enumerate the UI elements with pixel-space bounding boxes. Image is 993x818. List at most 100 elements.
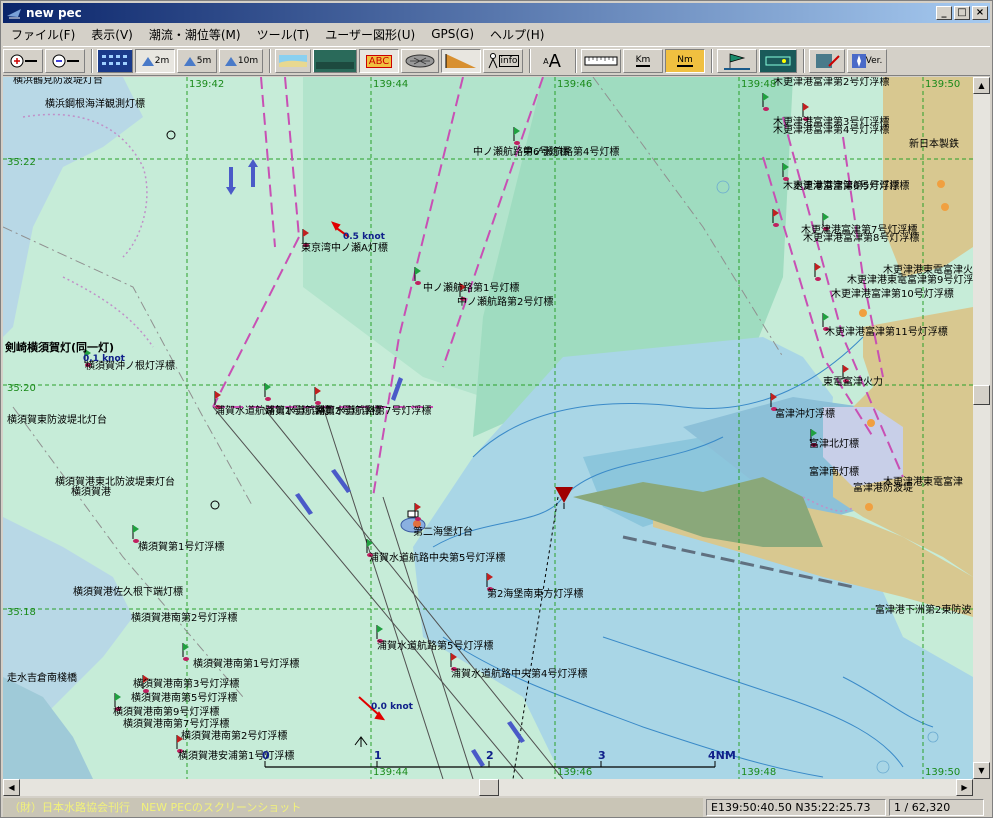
longitude-label: 139:50 <box>925 79 960 90</box>
depth-5m-button[interactable]: 5m <box>177 49 217 73</box>
horizontal-scrollbar[interactable]: ◀ ▶ <box>3 779 973 796</box>
chart-label: 木更津港富津第4号灯浮標 <box>773 123 889 136</box>
flag-button[interactable] <box>717 49 757 73</box>
nm-label: Nm <box>677 55 693 67</box>
chart-canvas[interactable]: 横浜鶴見防波堤灯台横浜鋼根海洋観測灯標中ノ瀬航路第6号灯標中ノ瀬航路第4号灯標東… <box>3 77 973 779</box>
current-label-2: 0.1 knot <box>83 354 126 364</box>
depth-5m-label: 5m <box>196 56 212 66</box>
chart-label: 浦賀水道航路第7号灯浮標 <box>315 404 431 417</box>
depth-2m-button[interactable]: 2m <box>135 49 175 73</box>
maximize-button[interactable]: □ <box>954 6 970 20</box>
scale-tick-0: 0 <box>262 749 270 762</box>
longitude-label: 139:48 <box>741 79 776 90</box>
scale-tick-3: 3 <box>598 749 606 762</box>
chart-label: 横須賀港南第9号灯浮標 <box>113 705 219 718</box>
title-bar: new pec _ □ × <box>3 3 990 23</box>
chart-scale: 1 / 62,320 <box>889 799 984 816</box>
chart-label: 第二海堡灯台 <box>413 525 473 538</box>
app-icon <box>7 9 21 19</box>
minimize-button[interactable]: _ <box>936 6 952 20</box>
shoreline-button[interactable] <box>275 49 311 73</box>
chart-label: 富津沖灯浮標 <box>775 407 835 420</box>
close-button[interactable]: × <box>972 6 988 20</box>
ruler-button[interactable] <box>581 49 621 73</box>
chart-label: 富津港下洲第2東防波 <box>875 603 971 616</box>
menu-tools[interactable]: ツール(T) <box>249 26 318 43</box>
menu-user-shapes[interactable]: ユーザー図形(U) <box>317 26 423 43</box>
sea-area-icon <box>316 53 354 69</box>
chart-label: 富津北灯標 <box>809 437 859 450</box>
km-label: Km <box>635 55 651 67</box>
depth-contour-icon <box>224 57 237 66</box>
font-large-label: A <box>548 50 561 72</box>
radar-icon <box>762 53 794 69</box>
chart-label: 横須賀港南第1号灯浮標 <box>193 657 299 670</box>
km-button[interactable]: Km <box>623 49 663 73</box>
menu-tide[interactable]: 潮流・潮位等(M) <box>141 26 249 43</box>
edit-button[interactable] <box>809 49 845 73</box>
nm-button[interactable]: Nm <box>665 49 705 73</box>
chart-label: 富津南灯標 <box>809 465 859 478</box>
chart-label: 走水吉倉南棧橋 <box>7 671 77 684</box>
menu-gps[interactable]: GPS(G) <box>423 27 482 41</box>
info-label: info <box>498 55 520 67</box>
depth-2m-label: 2m <box>154 56 170 66</box>
menu-view[interactable]: 表示(V) <box>83 26 141 43</box>
scale-tick-4: 4NM <box>708 749 736 762</box>
sea-area-button[interactable] <box>313 49 357 73</box>
latitude-label: 35:22 <box>7 157 36 168</box>
chart-label: 中ノ瀬航路第1号灯標 <box>423 281 519 294</box>
chart-label: 横須賀港 <box>71 485 111 498</box>
app-title: new pec <box>26 6 82 20</box>
chart-label: 中ノ瀬航路第2号灯標 <box>457 295 553 308</box>
scroll-up-arrow[interactable]: ▲ <box>973 77 990 94</box>
version-button[interactable]: Ver. <box>847 49 887 73</box>
grid-display-button[interactable] <box>97 49 133 73</box>
scroll-right-arrow[interactable]: ▶ <box>956 779 973 796</box>
scroll-left-arrow[interactable]: ◀ <box>3 779 20 796</box>
depth-10m-button[interactable]: 10m <box>219 49 263 73</box>
abc-label-button[interactable]: ABC <box>359 49 399 73</box>
chart-object-button[interactable] <box>401 49 439 73</box>
tide-button[interactable] <box>441 49 481 73</box>
chart-label: 横須賀港佐久根下端灯標 <box>73 585 183 598</box>
scale-tick-1: 1 <box>374 749 382 762</box>
radar-button[interactable] <box>759 49 797 73</box>
chart-label: 横須賀港南第2号灯浮標 <box>131 611 237 624</box>
menu-bar: ファイル(F) 表示(V) 潮流・潮位等(M) ツール(T) ユーザー図形(U)… <box>3 24 990 44</box>
zoom-out-icon <box>52 54 79 68</box>
status-bar: （財）日本水路協会刊行 NEW PECのスクリーンショット E139:50:40… <box>3 798 990 817</box>
left-edge-label: 剣崎横須賀灯(同一灯) <box>4 340 114 354</box>
shoreline-icon <box>279 55 307 67</box>
depth-contour-icon <box>183 57 196 66</box>
vertical-scroll-thumb[interactable] <box>973 385 990 405</box>
chart-label: 浦賀水道航路第5号灯浮標 <box>377 639 493 652</box>
longitude-label: 139:42 <box>189 79 224 90</box>
chart-label: 新日本製鉄 <box>909 137 959 150</box>
depth-contour-icon <box>141 57 154 66</box>
chart-label: 横須賀港南第5号灯浮標 <box>131 691 237 704</box>
font-size-button[interactable]: A A <box>535 49 569 73</box>
cursor-coordinates: E139:50:40.50 N35:22:25.73 <box>706 799 886 816</box>
scale-tick-2: 2 <box>486 749 494 762</box>
horizontal-scroll-thumb[interactable] <box>479 779 499 796</box>
menu-help[interactable]: ヘルプ(H) <box>482 26 552 43</box>
slope-icon <box>445 54 476 68</box>
nautical-chart[interactable]: 横浜鶴見防波堤灯台 横浜鋼根海洋観測灯標 中ノ瀬航路第6号灯標 中ノ瀬航路第4号灯標東… <box>3 77 973 779</box>
menu-file[interactable]: ファイル(F) <box>3 26 83 43</box>
vertical-scrollbar[interactable]: ▲ ▼ <box>973 77 990 779</box>
edit-icon <box>816 54 840 68</box>
chart-label: 横須賀港安浦第1号灯浮標 <box>178 749 294 762</box>
chart-label: 浦賀水道航路中央第5号灯浮標 <box>369 551 505 564</box>
app-window: new pec _ □ × ファイル(F) 表示(V) 潮流・潮位等(M) ツー… <box>0 0 993 818</box>
info-button[interactable]: info <box>483 49 523 73</box>
chart-label: 横須賀港南第2号灯浮標 <box>181 729 287 742</box>
version-label: Ver. <box>865 56 883 66</box>
zoom-in-icon <box>10 54 37 68</box>
chart-label: 木更津港富津第2号灯浮標 <box>773 77 889 88</box>
zoom-out-button[interactable] <box>45 49 85 73</box>
grid-icon <box>102 55 127 65</box>
zoom-in-button[interactable] <box>3 49 43 73</box>
scroll-down-arrow[interactable]: ▼ <box>973 762 990 779</box>
longitude-label: 139:46 <box>557 767 592 778</box>
